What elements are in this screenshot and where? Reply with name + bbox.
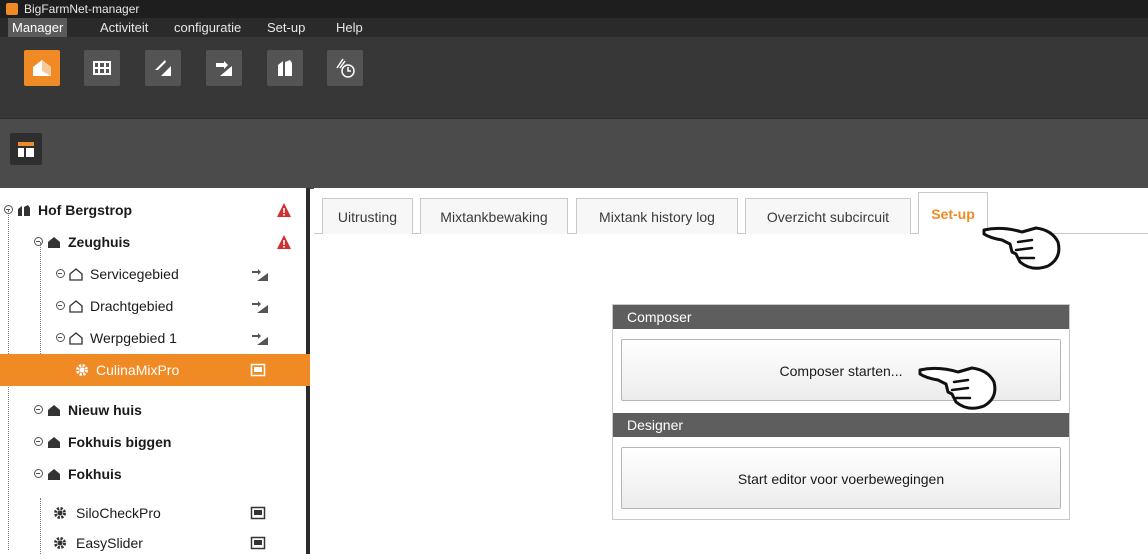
house-outline-icon [69, 300, 83, 313]
transfer-in-button[interactable] [145, 50, 181, 86]
tree-item-zeughuis[interactable]: Zeughuis [0, 226, 310, 258]
tree-item-easyslider[interactable]: EasySlider [0, 527, 310, 559]
tree-item-label: Hof Bergstrop [38, 202, 133, 218]
transfer-icon [252, 301, 268, 313]
tree-item-label: Werpgebied 1 [90, 330, 177, 346]
grid-icon [93, 61, 111, 75]
menu-activiteit[interactable]: Activiteit [96, 18, 152, 37]
tab-overzicht-subcircuit[interactable]: Overzicht subcircuit [745, 198, 911, 234]
house-filled-icon [48, 469, 60, 480]
composer-header: Composer [613, 305, 1069, 329]
pointing-hand-icon [918, 366, 997, 410]
collapse-icon[interactable] [34, 237, 43, 246]
layout-button[interactable] [10, 133, 42, 165]
location-tree: Hof Bergstrop Zeughuis Servicegebied Dra… [0, 188, 310, 554]
expand-icon[interactable] [56, 333, 65, 342]
tree-item-drachtgebied[interactable]: Drachtgebied [0, 290, 310, 322]
title-bar: BigFarmNet-manager [0, 0, 1148, 18]
main-toolbar [0, 37, 1148, 118]
feed-timer-button[interactable] [327, 50, 363, 86]
transfer-in-icon [155, 60, 171, 76]
tree-item-label: Fokhuis biggen [68, 434, 172, 450]
expand-icon[interactable] [34, 405, 43, 414]
tab-mixtank-history-log[interactable]: Mixtank history log [576, 198, 738, 234]
barn-icon [278, 60, 292, 76]
tab-setup[interactable]: Set-up [918, 192, 988, 234]
house-filled-icon [48, 437, 60, 448]
home-button[interactable] [24, 50, 60, 86]
tree-item-hof-bergstrop[interactable]: Hof Bergstrop [0, 194, 310, 226]
menu-configuratie[interactable]: configuratie [170, 18, 245, 37]
house-filled-icon [48, 237, 60, 248]
transfer-icon [252, 333, 268, 345]
designer-header: Designer [613, 413, 1069, 437]
transfer-out-icon [216, 61, 232, 76]
tree-item-label: Fokhuis [68, 466, 122, 482]
tree-item-silocheckpro[interactable]: SiloCheckPro [0, 497, 310, 529]
alert-icon [277, 203, 291, 217]
tree-item-label: Nieuw huis [68, 402, 142, 418]
tree-item-nieuw-huis[interactable]: Nieuw huis [0, 394, 310, 426]
controller-icon [250, 506, 266, 520]
collapse-icon[interactable] [4, 205, 13, 214]
menu-setup[interactable]: Set-up [263, 18, 309, 37]
tree-item-servicegebied[interactable]: Servicegebied [0, 258, 310, 290]
designer-start-button[interactable]: Start editor voor voerbewegingen [621, 447, 1061, 509]
gear-icon [54, 537, 66, 549]
tree-item-label: Zeughuis [68, 234, 131, 250]
house-filled-icon [48, 405, 60, 416]
expand-icon[interactable] [56, 301, 65, 310]
barn-button[interactable] [267, 50, 303, 86]
tab-uitrusting[interactable]: Uitrusting [322, 198, 413, 234]
window-title: BigFarmNet-manager [24, 2, 140, 16]
expand-icon[interactable] [34, 469, 43, 478]
tree-item-label: EasySlider [76, 535, 143, 551]
home-icon [33, 60, 51, 76]
tree-item-label: SiloCheckPro [76, 505, 161, 521]
gear-icon [54, 507, 66, 519]
transfer-out-button[interactable] [206, 50, 242, 86]
menu-bar: Manager Activiteit configuratie Set-up H… [0, 18, 1148, 37]
grid-button[interactable] [84, 50, 120, 86]
house-outline-icon [69, 268, 83, 281]
secondary-toolbar [0, 118, 1148, 189]
main-panel: Uitrusting Mixtankbewaking Mixtank histo… [314, 188, 1148, 554]
expand-icon[interactable] [56, 269, 65, 278]
house-outline-icon [69, 332, 83, 345]
alert-icon [277, 235, 291, 249]
tree-item-label: Servicegebied [90, 266, 179, 282]
app-logo-icon [6, 3, 18, 15]
tree-item-label: Drachtgebied [90, 298, 174, 314]
transfer-icon [252, 269, 268, 281]
farm-icon [18, 205, 30, 216]
tree-item-culinamixpro[interactable]: CulinaMixPro [0, 354, 310, 386]
expand-icon[interactable] [34, 437, 43, 446]
layout-icon [18, 142, 34, 157]
controller-icon [250, 536, 266, 550]
gear-icon [76, 364, 88, 376]
tree-item-werpgebied-1[interactable]: Werpgebied 1 [0, 322, 310, 354]
pointing-hand-icon [982, 226, 1061, 270]
tab-mixtankbewaking[interactable]: Mixtankbewaking [420, 198, 568, 234]
menu-help[interactable]: Help [332, 18, 367, 37]
menu-manager[interactable]: Manager [8, 18, 68, 37]
controller-icon [250, 363, 266, 377]
tree-item-fokhuis[interactable]: Fokhuis [0, 458, 310, 490]
tree-item-label: CulinaMixPro [96, 362, 180, 378]
feed-timer-icon [336, 58, 355, 78]
tree-item-fokhuis-biggen[interactable]: Fokhuis biggen [0, 426, 310, 458]
